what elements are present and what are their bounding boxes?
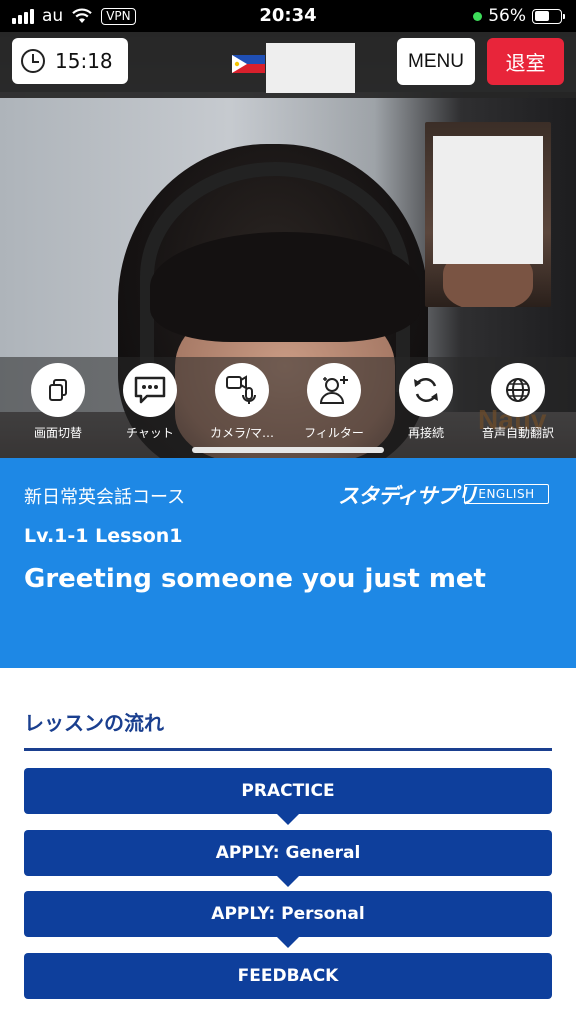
camera-in-use-dot	[473, 11, 483, 21]
status-bar: au VPN 20:34 56%	[0, 0, 576, 32]
reconnect-button[interactable]: 再接続	[380, 363, 472, 441]
add-person-icon	[319, 376, 348, 404]
flow-step-practice[interactable]: PRACTICE	[24, 768, 552, 814]
home-indicator[interactable]	[192, 447, 384, 453]
switch-screen-icon	[49, 379, 67, 401]
battery-icon	[532, 8, 565, 24]
tutor-hair	[150, 232, 420, 342]
self-view-redacted	[433, 136, 543, 264]
battery-percent: 56%	[488, 6, 526, 26]
switch-screen-button[interactable]: 画面切替	[12, 363, 104, 441]
philippines-flag-icon	[232, 55, 265, 73]
lesson-title: Greeting someone you just met	[24, 564, 486, 594]
camera-mic-icon	[226, 375, 256, 404]
lesson-flow-heading: レッスンの流れ	[24, 711, 164, 735]
call-controls: 画面切替 チャット カメラ/マ… フィルター 再接続 音声自動翻訳	[0, 357, 576, 458]
tutor-name-redacted	[266, 43, 355, 93]
menu-button[interactable]: MENU	[397, 38, 475, 85]
auto-translate-button[interactable]: 音声自動翻訳	[472, 363, 564, 441]
camera-mic-button[interactable]: カメラ/マ…	[196, 363, 288, 441]
exit-room-button[interactable]: 退室	[487, 38, 564, 85]
lesson-header: 新日常英会話コース スタディサプリ ENGLISH Lv.1-1 Lesson1…	[0, 458, 576, 668]
globe-icon	[506, 378, 530, 402]
course-name: 新日常英会話コース	[24, 487, 186, 508]
flow-step-apply-personal[interactable]: APPLY: Personal	[24, 891, 552, 937]
flow-arrow-icon	[277, 876, 299, 887]
lesson-level: Lv.1-1 Lesson1	[24, 525, 183, 547]
self-view-video[interactable]	[425, 122, 551, 307]
heading-divider	[24, 748, 552, 751]
filter-button[interactable]: フィルター	[288, 363, 380, 441]
timer-text: 15:18	[55, 49, 113, 73]
flow-arrow-icon	[277, 814, 299, 825]
language-badge: ENGLISH	[464, 484, 549, 504]
flow-step-apply-general[interactable]: APPLY: General	[24, 830, 552, 876]
camera-mic-label: カメラ/マ…	[209, 426, 275, 440]
switch-screen-label: 画面切替	[33, 426, 82, 440]
chat-label: チャット	[126, 426, 174, 440]
lesson-timer: 15:18	[12, 38, 128, 84]
clock-icon	[21, 49, 45, 73]
flow-step-feedback[interactable]: FEEDBACK	[24, 953, 552, 999]
reconnect-label: 再接続	[407, 426, 444, 440]
flow-arrow-icon	[277, 937, 299, 948]
video-call-area[interactable]: Nativ 15:18 MENU 退室 画面切替	[0, 32, 576, 458]
status-right: 56%	[473, 6, 565, 26]
auto-translate-label: 音声自動翻訳	[481, 426, 554, 440]
chat-button[interactable]: チャット	[104, 363, 196, 441]
filter-label: フィルター	[304, 426, 364, 440]
brand-logo: スタディサプリ	[338, 484, 478, 508]
chat-icon	[134, 376, 166, 404]
reconnect-icon	[414, 377, 438, 403]
battery-fill	[534, 11, 549, 21]
